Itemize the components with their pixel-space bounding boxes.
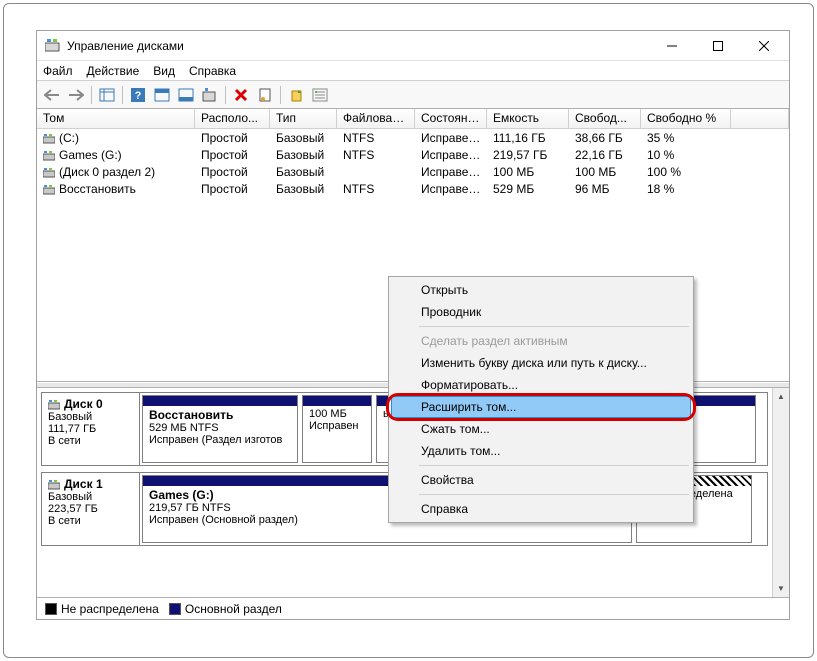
- ctx-delete-volume[interactable]: Удалить том...: [391, 440, 691, 462]
- disk-icon: [48, 399, 60, 409]
- col-type[interactable]: Тип: [270, 109, 337, 129]
- scroll-down-icon[interactable]: ▼: [773, 580, 790, 597]
- legend-primary: Основной раздел: [169, 602, 282, 616]
- menu-file[interactable]: Файл: [43, 64, 73, 78]
- col-layout[interactable]: Располо...: [195, 109, 270, 129]
- ctx-format[interactable]: Форматировать...: [391, 374, 691, 396]
- titlebar[interactable]: Управление дисками: [37, 31, 789, 61]
- back-button[interactable]: [41, 84, 63, 106]
- help-button[interactable]: ?: [127, 84, 149, 106]
- ctx-open[interactable]: Открыть: [391, 279, 691, 301]
- refresh-button[interactable]: [285, 84, 307, 106]
- disk-info[interactable]: Диск 1Базовый223,57 ГБВ сети: [42, 473, 140, 545]
- partition[interactable]: Восстановить529 МБ NTFSИсправен (Раздел …: [142, 395, 298, 463]
- menu-help[interactable]: Справка: [189, 64, 236, 78]
- view-top-button[interactable]: [151, 84, 173, 106]
- ctx-properties[interactable]: Свойства: [391, 469, 691, 491]
- window-controls: [649, 31, 787, 60]
- ctx-change-letter[interactable]: Изменить букву диска или путь к диску...: [391, 352, 691, 374]
- minimize-button[interactable]: [649, 31, 695, 60]
- ctx-extend-volume[interactable]: Расширить том...: [391, 396, 691, 418]
- window-title: Управление дисками: [67, 39, 649, 53]
- partition[interactable]: 100 МБИсправен: [302, 395, 372, 463]
- settings-button[interactable]: [199, 84, 221, 106]
- col-freepct[interactable]: Свободно %: [641, 109, 731, 129]
- vertical-scrollbar[interactable]: ▲ ▼: [772, 388, 789, 597]
- disk-icon: [43, 150, 55, 160]
- delete-button[interactable]: [230, 84, 252, 106]
- volume-row[interactable]: (Диск 0 раздел 2)ПростойБазовыйИсправен.…: [37, 163, 789, 180]
- properties-button[interactable]: [254, 84, 276, 106]
- disk-info[interactable]: Диск 0Базовый111,77 ГБВ сети: [42, 393, 140, 465]
- col-state[interactable]: Состояние: [415, 109, 487, 129]
- disk-icon: [43, 167, 55, 177]
- col-fs[interactable]: Файловая с...: [337, 109, 415, 129]
- disk-icon: [43, 133, 55, 143]
- legend-unallocated: Не распределена: [45, 602, 159, 616]
- ctx-extend-label: Расширить том...: [421, 400, 516, 414]
- menu-action[interactable]: Действие: [87, 64, 140, 78]
- disk-icon: [48, 479, 60, 489]
- legend: Не распределена Основной раздел: [37, 597, 789, 619]
- scroll-up-icon[interactable]: ▲: [773, 388, 790, 405]
- disk-icon: [43, 184, 55, 194]
- svg-text:?: ?: [135, 90, 142, 102]
- col-spacer: [731, 109, 789, 129]
- ctx-shrink-volume[interactable]: Сжать том...: [391, 418, 691, 440]
- close-button[interactable]: [741, 31, 787, 60]
- col-free[interactable]: Свобод...: [569, 109, 641, 129]
- volume-list-header: Том Располо... Тип Файловая с... Состоян…: [37, 109, 789, 129]
- menubar: Файл Действие Вид Справка: [37, 61, 789, 81]
- volume-row[interactable]: Games (G:)ПростойБазовыйNTFSИсправен...2…: [37, 146, 789, 163]
- volume-row[interactable]: ВосстановитьПростойБазовыйNTFSИсправен..…: [37, 180, 789, 197]
- ctx-explorer[interactable]: Проводник: [391, 301, 691, 323]
- view-bottom-button[interactable]: [175, 84, 197, 106]
- col-volume[interactable]: Том: [37, 109, 195, 129]
- forward-button[interactable]: [65, 84, 87, 106]
- volume-row[interactable]: (C:)ПростойБазовыйNTFSИсправен...111,16 …: [37, 129, 789, 146]
- app-icon: [45, 39, 61, 53]
- maximize-button[interactable]: [695, 31, 741, 60]
- toolbar: ?: [37, 81, 789, 109]
- list-button[interactable]: [309, 84, 331, 106]
- ctx-help[interactable]: Справка: [391, 498, 691, 520]
- menu-view[interactable]: Вид: [153, 64, 175, 78]
- screenshot-frame: Управление дисками Файл Действие Вид Спр…: [3, 3, 814, 658]
- col-capacity[interactable]: Емкость: [487, 109, 569, 129]
- show-tree-button[interactable]: [96, 84, 118, 106]
- context-menu: Открыть Проводник Сделать раздел активны…: [388, 276, 694, 523]
- ctx-make-active: Сделать раздел активным: [391, 330, 691, 352]
